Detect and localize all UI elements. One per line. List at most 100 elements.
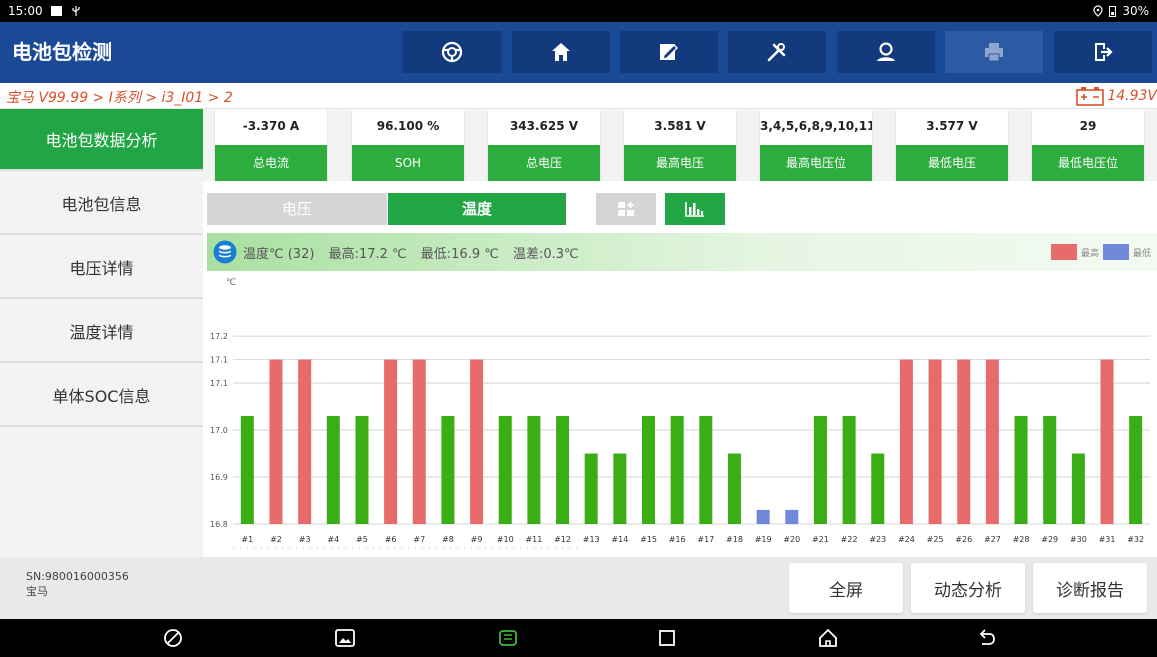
- x-tick-label: #22: [841, 535, 858, 544]
- bar-cell-17: [699, 415, 713, 524]
- metric-min-voltage: 3.577 V 最低电压: [896, 109, 1008, 181]
- metric-label: 最低电压位: [1032, 145, 1144, 181]
- x-tick-label: #3: [299, 535, 311, 544]
- bar-cell-23: [871, 453, 885, 524]
- metric-label: SOH: [352, 145, 464, 181]
- x-tick-label: #25: [927, 535, 944, 544]
- bar-cell-5: [355, 415, 369, 524]
- x-tick-label: #10: [497, 535, 514, 544]
- home-icon: [552, 43, 570, 61]
- x-tick-label: #24: [898, 535, 915, 544]
- user-button[interactable]: [837, 31, 935, 73]
- steering-wheel-icon: [441, 41, 463, 63]
- metric-soh: 96.100 % SOH: [352, 109, 464, 181]
- sidebar-item-cell-soc[interactable]: 单体SOC信息: [0, 365, 203, 427]
- metric-value: 29: [1079, 119, 1097, 133]
- x-tick-label: #26: [955, 535, 972, 544]
- diagnostic-report-button[interactable]: 诊断报告: [1033, 563, 1147, 613]
- y-tick-label: 16.9: [210, 473, 228, 482]
- bar-cell-20: [785, 509, 799, 524]
- recent-apps-icon[interactable]: [656, 627, 678, 649]
- sidebar-item-label: 单体SOC信息: [52, 387, 151, 406]
- x-tick-label: #18: [726, 535, 743, 544]
- bar-cell-27: [985, 359, 999, 524]
- breadcrumb-bar: 宝马 V99.99 > I系列 > i3_I01 > 2 14.93V: [0, 83, 1157, 109]
- battery-icon: [1109, 5, 1117, 17]
- x-tick-label: #17: [697, 535, 714, 544]
- metric-label: 总电压: [488, 145, 600, 181]
- exit-button[interactable]: [1054, 31, 1152, 73]
- temperature-chart: ℃ 16.8 16.9 17.0 17.1 17.1 17.2 #1 #2 #3 #4 #5 #6 #7 #…: [207, 271, 1157, 554]
- usb-icon: [71, 6, 80, 16]
- title-bar: 电池包检测: [0, 22, 1157, 83]
- tab-temperature[interactable]: 温度: [388, 193, 566, 225]
- metric-value: 343.625 V: [509, 119, 579, 133]
- metric-total-voltage: 343.625 V 总电压: [488, 109, 600, 181]
- metric-value: 3.581 V: [654, 119, 706, 133]
- x-tick-label: #20: [783, 535, 800, 544]
- chart-diff: 温差:0.3℃: [512, 247, 579, 262]
- bar-cell-7: [412, 359, 426, 524]
- bar-cell-29: [1043, 415, 1057, 524]
- bar-cell-21: [813, 415, 827, 524]
- chart-legend: 最高 最低: [1050, 244, 1151, 260]
- back-nav-icon[interactable]: [976, 627, 998, 649]
- x-tick-label: #28: [1013, 535, 1030, 544]
- home-button[interactable]: [512, 31, 610, 73]
- fullscreen-button[interactable]: 全屏: [789, 563, 903, 613]
- serial-number: SN:980016000356: [26, 570, 129, 583]
- browser-nav-icon[interactable]: [162, 627, 184, 649]
- tools-button[interactable]: [728, 31, 826, 73]
- sidebar-item-voltage-detail[interactable]: 电压详情: [0, 237, 203, 299]
- user-icon: [877, 42, 895, 61]
- edit-button[interactable]: [620, 31, 718, 73]
- gallery-nav-icon[interactable]: [334, 627, 356, 649]
- diagnostic-app-nav-icon[interactable]: [497, 627, 519, 649]
- grid-view-button[interactable]: [596, 193, 656, 225]
- x-tick-label: #19: [755, 535, 772, 544]
- dynamic-analysis-button[interactable]: 动态分析: [911, 563, 1025, 613]
- bar-chart-icon: [685, 202, 704, 217]
- x-tick-label: #31: [1099, 535, 1116, 544]
- legend-high-label: 最高: [1080, 248, 1099, 259]
- legend-low-label: 最低: [1132, 248, 1151, 259]
- grid-view-icon: [618, 202, 634, 216]
- chart-summary: 温度℃ (32) 最高:17.2 ℃ 最低:16.9 ℃ 温差:0.3℃: [243, 243, 589, 262]
- print-button[interactable]: [945, 31, 1043, 73]
- sidebar-item-pack-info[interactable]: 电池包信息: [0, 173, 203, 235]
- x-tick-label: #13: [583, 535, 600, 544]
- sidebar-item-label: 温度详情: [69, 323, 134, 342]
- home-nav-icon[interactable]: [817, 627, 839, 649]
- bar-cell-12: [556, 415, 570, 524]
- tab-voltage[interactable]: 电压: [207, 193, 387, 225]
- page-title: 电池包检测: [12, 40, 112, 64]
- x-tick-label: #1: [241, 535, 253, 544]
- database-icon: [213, 240, 237, 264]
- bar-cell-30: [1071, 453, 1085, 524]
- sidebar: 电池包数据分析 电池包信息 电压详情 温度详情 单体SOC信息: [0, 109, 203, 557]
- bar-view-button[interactable]: [665, 193, 725, 225]
- bar-cell-25: [928, 359, 942, 524]
- sidebar-item-temperature-detail[interactable]: 温度详情: [0, 301, 203, 363]
- bar-cell-4: [326, 415, 340, 524]
- metric-total-current: -3.370 A 总电流: [215, 109, 327, 181]
- y-tick-label: 17.1: [210, 379, 228, 388]
- x-tick-label: #5: [356, 535, 368, 544]
- sidebar-item-pack-analysis[interactable]: 电池包数据分析: [0, 109, 203, 171]
- bar-cell-19: [756, 509, 770, 524]
- x-tick-label: #30: [1070, 535, 1087, 544]
- steering-wheel-button[interactable]: [403, 31, 501, 73]
- bar-cell-15: [642, 415, 656, 524]
- x-tick-label: #9: [471, 535, 483, 544]
- vehicle-voltage: 14.93V: [1075, 86, 1157, 106]
- edit-icon: [660, 44, 678, 60]
- bar-cell-8: [441, 415, 455, 524]
- vehicle-voltage-value: 14.93V: [1107, 88, 1157, 104]
- bar-cell-6: [384, 359, 398, 524]
- exit-icon: [1095, 43, 1113, 61]
- x-tick-label: #12: [554, 535, 571, 544]
- y-tick-label: 17.0: [210, 426, 228, 435]
- y-tick-label: 16.8: [210, 520, 228, 529]
- system-nav-bar: [0, 619, 1157, 657]
- sidebar-item-label: 电压详情: [69, 259, 134, 278]
